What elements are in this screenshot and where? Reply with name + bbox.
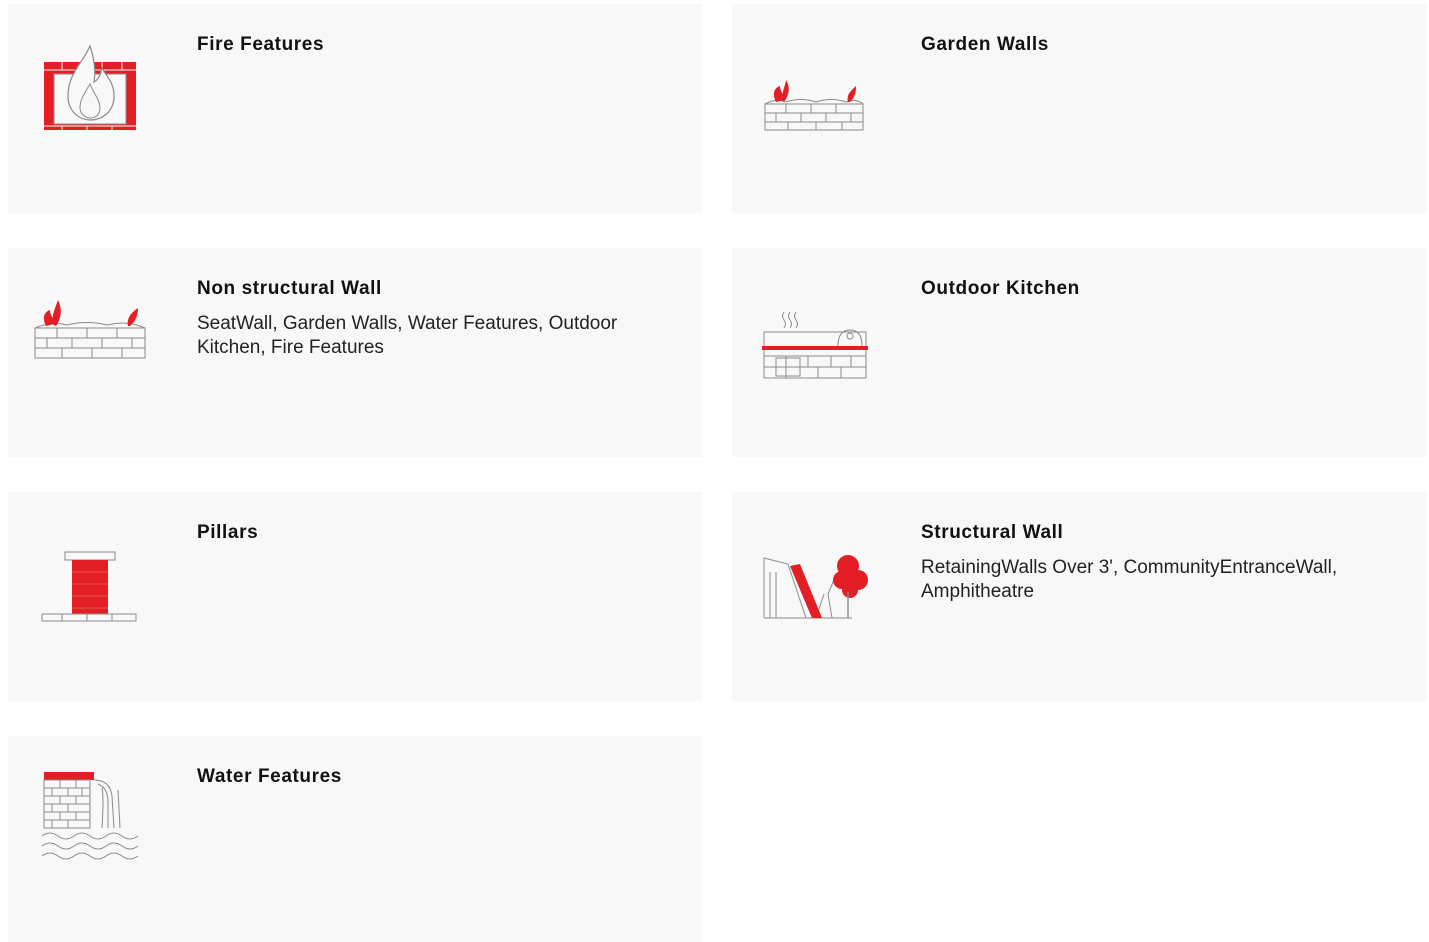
card-title: Structural Wall — [921, 522, 1064, 543]
seat-wall-icon — [32, 278, 152, 388]
category-card-garden-walls[interactable]: Garden Walls — [732, 4, 1426, 213]
category-card-non-structural-wall[interactable]: Non structural Wall SeatWall, Garden Wal… — [8, 248, 702, 457]
category-card-fire-features[interactable]: Fire Features — [8, 4, 702, 213]
outdoor-kitchen-icon — [756, 278, 876, 388]
card-title: Fire Features — [197, 34, 325, 55]
card-title: Garden Walls — [921, 34, 1049, 55]
category-card-water-features[interactable]: Water Features — [8, 736, 702, 942]
retaining-wall-icon — [756, 522, 876, 632]
card-description: SeatWall, Garden Walls, Water Features, … — [197, 313, 618, 358]
card-description: RetainingWalls Over 3', CommunityEntranc… — [921, 557, 1338, 602]
category-card-outdoor-kitchen[interactable]: Outdoor Kitchen — [732, 248, 1426, 457]
card-title: Pillars — [197, 522, 259, 543]
card-title: Water Features — [197, 766, 342, 787]
pillar-icon — [32, 522, 152, 632]
category-card-structural-wall[interactable]: Structural Wall RetainingWalls Over 3', … — [732, 492, 1426, 701]
card-title: Non structural Wall — [197, 278, 382, 299]
waterfall-wall-icon — [32, 766, 152, 876]
category-card-pillars[interactable]: Pillars — [8, 492, 702, 701]
fire-pit-icon — [32, 34, 152, 144]
garden-wall-icon — [756, 34, 876, 144]
card-title: Outdoor Kitchen — [921, 278, 1080, 299]
